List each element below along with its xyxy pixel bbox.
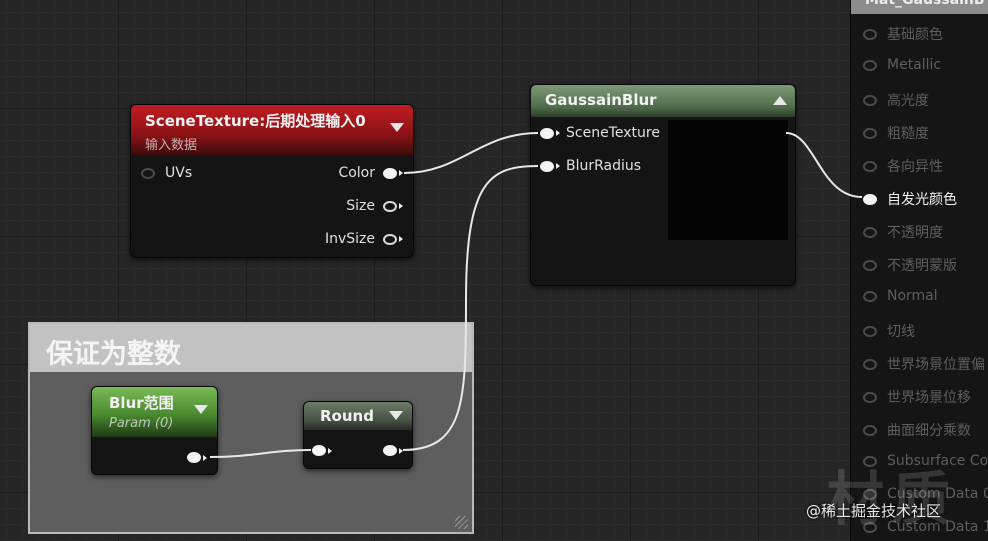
pin-arrow-icon [556,130,560,136]
material-input-label: 基础颜色 [887,27,943,43]
material-input-label: 不透明度 [887,225,943,241]
gaussian-blur-node[interactable]: GaussainBlur SceneTexture BlurRadius [530,84,796,286]
pin-arrow-icon [399,236,403,242]
pin-label: UVs [165,165,193,181]
pin-circle-icon[interactable] [863,290,877,302]
collapse-arrow-icon[interactable] [389,411,403,420]
gaussian-blur-header[interactable]: GaussainBlur [531,85,795,117]
material-input-label: 不透明蒙版 [887,258,957,274]
pin-circle-icon[interactable] [863,391,877,403]
pin-invsize[interactable]: InvSize [325,231,403,247]
pin-label: SceneTexture [566,125,660,141]
pin-circle-icon[interactable] [863,160,877,172]
material-input-label: 各向异性 [887,159,943,175]
pin-circle-icon[interactable] [863,226,877,238]
pin-arrow-icon [399,203,403,209]
scene-texture-node[interactable]: SceneTexture:后期处理输入0 输入数据 UVs Color Size… [130,104,414,258]
param-header[interactable]: Blur范围 Param (0) [92,387,217,437]
pin-circle-icon[interactable] [383,233,397,245]
comment-header[interactable]: 保证为整数 [30,324,472,372]
param-node[interactable]: Blur范围 Param (0) [91,386,218,475]
material-input-row[interactable]: 各向异性 [863,156,943,176]
scene-texture-title: SceneTexture:后期处理输入0 [145,112,366,130]
pin-circle-icon[interactable] [863,193,877,205]
wire-color-to-scenetexture [403,132,539,174]
material-input-row[interactable]: Metallic [863,57,941,73]
material-input-label: Metallic [887,57,942,73]
pin-circle-icon[interactable] [312,445,326,456]
round-header[interactable]: Round [304,402,412,430]
pin-circle-icon[interactable] [187,452,201,463]
pin-arrow-icon [399,170,403,176]
material-input-label: 切线 [887,324,915,340]
pin-blurradius-input[interactable]: BlurRadius [540,158,641,174]
pin-circle-icon[interactable] [863,424,877,436]
pin-circle-icon[interactable] [863,59,877,71]
material-input-row[interactable]: 不透明度 [863,222,943,242]
pin-circle-icon[interactable] [383,200,397,212]
material-input-row[interactable]: 粗糙度 [863,123,929,143]
pin-arrow-icon [328,447,332,454]
comment-title: 保证为整数 [46,339,181,370]
pin-param-output[interactable] [187,452,207,463]
material-input-row[interactable]: Normal [863,288,938,304]
pin-arrow-icon [399,447,403,454]
pin-color[interactable]: Color [338,165,403,181]
pin-uvs[interactable]: UVs [141,165,192,181]
pin-circle-icon[interactable] [383,167,397,179]
pin-label: Size [346,198,375,214]
material-input-row[interactable]: 世界场景位置偏 [863,354,985,374]
round-title: Round [320,407,374,425]
pin-label: InvSize [324,231,375,247]
material-input-row[interactable]: 曲面细分乘数 [863,420,971,440]
pin-arrow-icon [556,163,560,169]
resize-grip-icon[interactable] [455,516,468,529]
pin-circle-icon[interactable] [863,325,877,337]
pin-label: BlurRadius [566,158,642,174]
pin-round-output[interactable] [383,445,403,456]
pin-circle-icon[interactable] [863,28,877,40]
pin-scenetexture-input[interactable]: SceneTexture [540,125,660,141]
material-input-label: 世界场景位移 [887,390,971,406]
preview-thumbnail [668,120,788,240]
pin-circle-icon[interactable] [141,167,155,179]
material-input-label: 曲面细分乘数 [887,423,971,439]
material-output-title: Mat_GaussainB [865,0,985,8]
material-input-row[interactable]: 自发光颜色 [863,189,957,209]
material-input-label: 世界场景位置偏 [887,357,985,373]
pin-arrow-icon [203,454,207,461]
material-input-label: Normal [887,288,938,304]
watermark-text: @稀土掘金技术社区 [806,502,942,520]
round-node[interactable]: Round [303,401,413,469]
pin-label: Color [338,165,375,181]
material-input-label: 自发光颜色 [887,192,957,208]
material-input-row[interactable]: 基础颜色 [863,24,943,44]
pin-circle-icon[interactable] [863,259,877,271]
pin-circle-icon[interactable] [863,358,877,370]
material-input-row[interactable]: 高光度 [863,90,929,110]
scene-texture-subtitle: 输入数据 [145,138,198,153]
param-title: Blur范围 [109,394,174,412]
material-input-label: 高光度 [887,93,929,109]
watermark-large-text: 材质 [826,465,959,533]
pin-circle-icon[interactable] [863,127,877,139]
pin-circle-icon[interactable] [540,127,554,139]
pin-size[interactable]: Size [346,198,403,214]
collapse-arrow-icon[interactable] [773,96,787,105]
material-input-label: 粗糙度 [887,126,929,142]
material-input-row[interactable]: 世界场景位移 [863,387,971,407]
scene-texture-header[interactable]: SceneTexture:后期处理输入0 输入数据 [131,105,413,155]
gaussian-blur-title: GaussainBlur [545,91,657,109]
pin-circle-icon[interactable] [863,94,877,106]
material-input-row[interactable]: 不透明蒙版 [863,255,957,275]
material-input-row[interactable]: 切线 [863,321,915,341]
param-subtitle: Param (0) [109,416,174,431]
collapse-arrow-icon[interactable] [194,405,208,414]
collapse-arrow-icon[interactable] [390,123,404,132]
pin-circle-icon[interactable] [540,160,554,172]
pin-round-input[interactable] [312,445,332,456]
pin-circle-icon[interactable] [383,445,397,456]
